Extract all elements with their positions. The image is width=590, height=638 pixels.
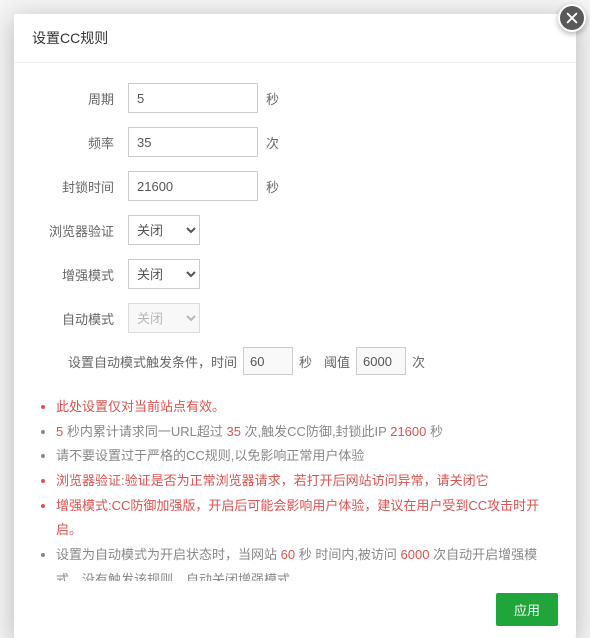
label-freq: 频率: [38, 133, 128, 152]
input-cycle[interactable]: [128, 83, 258, 113]
apply-button[interactable]: 应用: [496, 593, 558, 626]
close-icon: [565, 11, 579, 25]
unit-cycle: 秒: [266, 89, 279, 108]
select-enhance[interactable]: 关闭: [128, 259, 200, 289]
auto-cond-suffix: 次: [412, 352, 425, 371]
input-auto-threshold[interactable]: [356, 347, 406, 375]
row-cycle: 周期 秒: [38, 83, 552, 113]
modal-footer: 应用: [14, 581, 576, 638]
unit-blocktime: 秒: [266, 177, 279, 196]
close-button[interactable]: [558, 4, 586, 32]
label-browser-verify: 浏览器验证: [38, 221, 128, 240]
note-2-f: 秒: [426, 424, 443, 439]
row-auto: 自动模式 关闭: [38, 303, 552, 333]
note-6-b: 60: [281, 547, 295, 562]
notes-list: 此处设置仅对当前站点有效。 5 秒内累计请求同一URL超过 35 次,触发CC防…: [38, 395, 552, 581]
note-3: 请不要设置过于严格的CC规则,以免影响正常用户体验: [56, 444, 552, 469]
row-browser-verify: 浏览器验证 关闭: [38, 215, 552, 245]
note-2-c: 35: [226, 424, 240, 439]
label-cycle: 周期: [38, 89, 128, 108]
unit-freq: 次: [266, 133, 279, 152]
input-blocktime[interactable]: [128, 171, 258, 201]
note-2-d: 次,触发CC防御,封锁此IP: [241, 424, 390, 439]
select-auto: 关闭: [128, 303, 200, 333]
note-6: 设置为自动模式为开启状态时，当网站 60 秒 时间内,被访问 6000 次自动开…: [56, 543, 552, 581]
modal-body: 周期 秒 频率 次 封锁时间 秒 浏览器验证 关闭 增强模式 关闭: [14, 63, 576, 581]
note-2-b: 秒内累计请求同一URL超过: [63, 424, 226, 439]
note-4: 浏览器验证:验证是否为正常浏览器请求，若打开后网站访问异常，请关闭它: [56, 469, 552, 494]
label-enhance: 增强模式: [38, 265, 128, 284]
note-6-a: 设置为自动模式为开启状态时，当网站: [56, 547, 281, 562]
note-5: 增强模式:CC防御加强版，开启后可能会影响用户体验，建议在用户受到CC攻击时开启…: [56, 494, 552, 543]
row-freq: 频率 次: [38, 127, 552, 157]
note-6-d: 6000: [401, 547, 430, 562]
note-6-c: 秒 时间内,被访问: [295, 547, 400, 562]
auto-cond-prefix: 设置自动模式触发条件，时间: [68, 352, 237, 371]
auto-cond-mid1: 秒: [299, 352, 312, 371]
cc-rule-modal: 设置CC规则 周期 秒 频率 次 封锁时间 秒 浏览器验证 关闭 增强模式 关闭: [14, 14, 576, 638]
note-2-e: 21600: [390, 424, 426, 439]
note-2: 5 秒内累计请求同一URL超过 35 次,触发CC防御,封锁此IP 21600 …: [56, 420, 552, 445]
label-auto: 自动模式: [38, 309, 128, 328]
input-freq[interactable]: [128, 127, 258, 157]
label-blocktime: 封锁时间: [38, 177, 128, 196]
input-auto-time[interactable]: [243, 347, 293, 375]
row-enhance: 增强模式 关闭: [38, 259, 552, 289]
auto-cond-mid2: 阈值: [324, 352, 350, 371]
note-1: 此处设置仅对当前站点有效。: [56, 395, 552, 420]
modal-title: 设置CC规则: [14, 14, 576, 63]
select-browser-verify[interactable]: 关闭: [128, 215, 200, 245]
auto-condition-row: 设置自动模式触发条件，时间 秒 阈值 次: [68, 347, 552, 375]
row-blocktime: 封锁时间 秒: [38, 171, 552, 201]
